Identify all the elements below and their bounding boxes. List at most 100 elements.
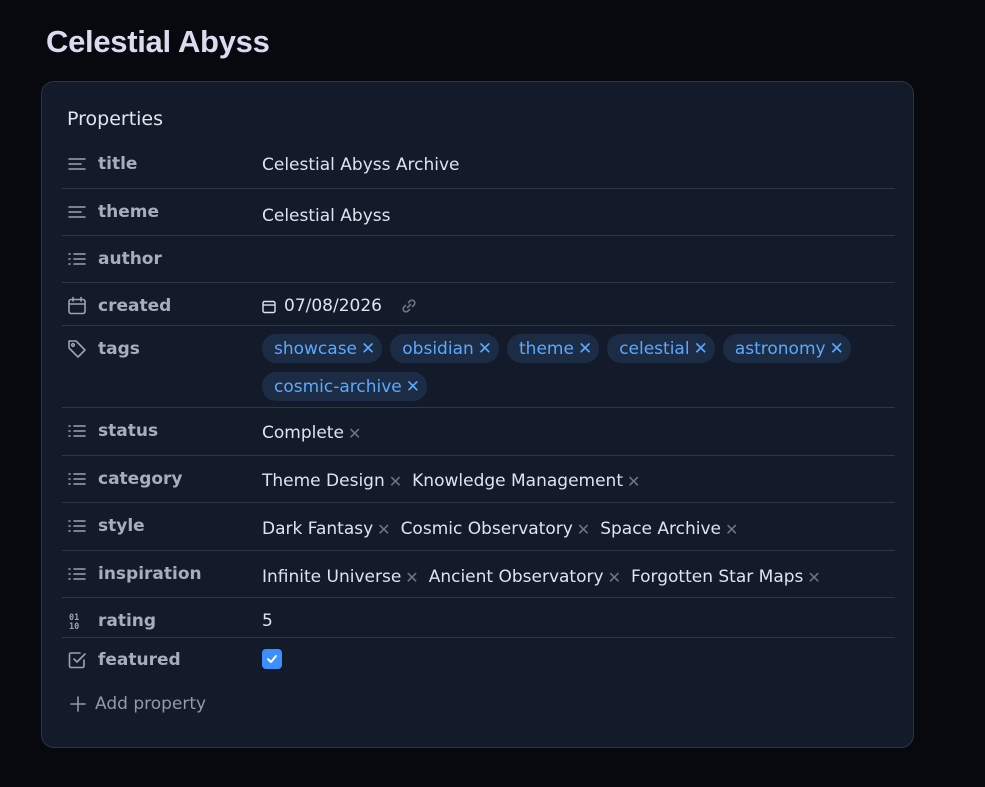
property-row-featured: featured	[62, 638, 895, 684]
property-value-title[interactable]: Celestial Abyss Archive	[262, 141, 895, 189]
plus-icon	[69, 695, 87, 713]
list-value-pill[interactable]: Complete ✕	[262, 423, 361, 443]
list-icon	[66, 248, 88, 270]
tag-label: celestial	[619, 338, 690, 359]
remove-tag-icon[interactable]: ✕	[578, 339, 592, 359]
tag-chip[interactable]: obsidian ✕	[390, 334, 500, 363]
remove-value-icon[interactable]: ✕	[405, 568, 418, 587]
list-icon	[66, 468, 88, 490]
checkbox-icon	[66, 649, 88, 671]
property-row-category: category Theme Design ✕ Knowledge Managem…	[62, 456, 895, 503]
pill-label: Cosmic Observatory	[400, 519, 573, 539]
rating-value: 5	[262, 611, 273, 631]
property-key-style[interactable]: style	[62, 503, 262, 549]
pill-label: Theme Design	[262, 471, 385, 491]
pill-label: Infinite Universe	[262, 567, 402, 587]
text-lines-icon	[66, 201, 88, 223]
properties-panel: Properties title Celestial Abyss Archive…	[41, 81, 914, 748]
properties-list: title Celestial Abyss Archive theme Cele…	[62, 141, 895, 684]
remove-tag-icon[interactable]: ✕	[478, 339, 492, 359]
add-property-label: Add property	[95, 694, 207, 714]
property-value-tags[interactable]: showcase ✕ obsidian ✕ theme ✕ celestial ✕ as…	[262, 334, 895, 410]
remove-value-icon[interactable]: ✕	[627, 472, 640, 491]
list-value-pill[interactable]: Infinite Universe ✕	[262, 567, 419, 587]
pill-label: Space Archive	[600, 519, 722, 539]
tag-label: cosmic-archive	[274, 376, 402, 397]
property-key-label: title	[98, 154, 138, 174]
property-key-tags[interactable]: tags	[62, 326, 262, 372]
tag-label: theme	[519, 338, 574, 359]
remove-tag-icon[interactable]: ✕	[694, 339, 708, 359]
tag-chip[interactable]: celestial ✕	[607, 334, 715, 363]
text-lines-icon	[66, 153, 88, 175]
property-key-category[interactable]: category	[62, 456, 262, 502]
property-key-inspiration[interactable]: inspiration	[62, 551, 262, 597]
list-value-pill[interactable]: Ancient Observatory ✕	[429, 567, 621, 587]
tag-chip[interactable]: theme ✕	[507, 334, 600, 363]
remove-value-icon[interactable]: ✕	[389, 472, 402, 491]
created-date-value[interactable]: 07/08/2026	[284, 296, 382, 316]
tag-chip[interactable]: cosmic-archive ✕	[262, 372, 428, 401]
list-value-pill[interactable]: Knowledge Management ✕	[412, 471, 640, 491]
property-key-label: featured	[98, 650, 181, 670]
property-key-created[interactable]: created	[62, 283, 262, 329]
property-key-title[interactable]: title	[62, 141, 262, 187]
list-icon	[66, 563, 88, 585]
property-row-created: created 07/08/2026	[62, 283, 895, 326]
remove-tag-icon[interactable]: ✕	[830, 339, 844, 359]
properties-heading[interactable]: Properties	[67, 108, 163, 130]
remove-tag-icon[interactable]: ✕	[361, 339, 375, 359]
number-icon: 01 10	[66, 610, 88, 632]
list-value-pill[interactable]: Dark Fantasy ✕	[262, 519, 391, 539]
title-value: Celestial Abyss Archive	[262, 155, 460, 175]
property-key-label: tags	[98, 339, 140, 359]
property-value-created[interactable]: 07/08/2026	[262, 283, 895, 329]
remove-value-icon[interactable]: ✕	[577, 520, 590, 539]
tag-label: obsidian	[402, 338, 474, 359]
list-icon	[66, 515, 88, 537]
theme-value: Celestial Abyss	[262, 206, 391, 226]
list-icon	[66, 420, 88, 442]
remove-value-icon[interactable]: ✕	[725, 520, 738, 539]
property-value-theme[interactable]: Celestial Abyss	[262, 189, 895, 243]
property-value-inspiration[interactable]: Infinite Universe ✕ Ancient Observatory ✕ …	[262, 551, 895, 603]
property-key-label: inspiration	[98, 564, 202, 584]
property-key-featured[interactable]: featured	[62, 638, 262, 682]
svg-text:10: 10	[69, 622, 79, 631]
property-key-label: author	[98, 249, 162, 269]
tag-label: astronomy	[734, 338, 826, 359]
pill-label: Knowledge Management	[412, 471, 623, 491]
link-icon[interactable]	[400, 297, 418, 315]
property-key-author[interactable]: author	[62, 236, 262, 282]
remove-value-icon[interactable]: ✕	[348, 424, 361, 443]
property-value-style[interactable]: Dark Fantasy ✕ Cosmic Observatory ✕ Space …	[262, 503, 895, 555]
remove-value-icon[interactable]: ✕	[807, 568, 820, 587]
remove-value-icon[interactable]: ✕	[608, 568, 621, 587]
pill-label: Dark Fantasy	[262, 519, 374, 539]
featured-checkbox[interactable]	[262, 649, 282, 669]
property-key-status[interactable]: status	[62, 408, 262, 454]
page-title: Celestial Abyss	[46, 24, 270, 59]
list-value-pill[interactable]: Cosmic Observatory ✕	[401, 519, 591, 539]
tag-chip[interactable]: showcase ✕	[262, 334, 383, 363]
add-property-button[interactable]: Add property	[69, 694, 206, 714]
property-value-category[interactable]: Theme Design ✕ Knowledge Management ✕	[262, 456, 895, 506]
property-value-status[interactable]: Complete ✕	[262, 408, 895, 458]
pill-label: Forgotten Star Maps	[630, 567, 804, 587]
property-row-rating: 01 10 rating 5	[62, 598, 895, 638]
remove-value-icon[interactable]: ✕	[377, 520, 390, 539]
remove-tag-icon[interactable]: ✕	[406, 377, 420, 397]
property-value-author[interactable]	[262, 236, 895, 283]
tag-chip[interactable]: astronomy ✕	[722, 334, 851, 363]
property-key-label: category	[98, 469, 183, 489]
calendar-small-icon[interactable]	[262, 299, 276, 314]
property-row-tags: tags showcase ✕ obsidian ✕ theme ✕ celestia…	[62, 326, 895, 408]
property-key-theme[interactable]: theme	[62, 189, 262, 235]
property-row-style: style Dark Fantasy ✕ Cosmic Observatory ✕ …	[62, 503, 895, 551]
list-value-pill[interactable]: Theme Design ✕	[262, 471, 402, 491]
list-value-pill[interactable]: Forgotten Star Maps ✕	[631, 567, 821, 587]
calendar-icon	[66, 295, 88, 317]
list-value-pill[interactable]: Space Archive ✕	[600, 519, 738, 539]
property-key-label: created	[98, 296, 172, 316]
property-row-inspiration: inspiration Infinite Universe ✕ Ancient O…	[62, 551, 895, 598]
